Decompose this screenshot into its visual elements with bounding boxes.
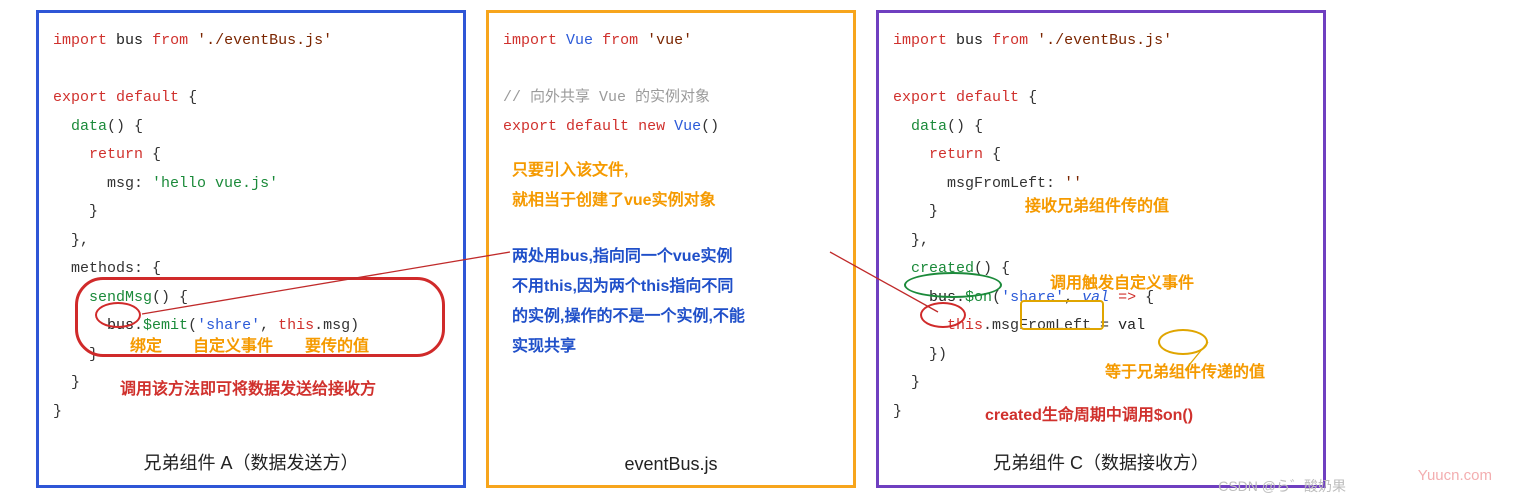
str-path: './eventBus.js': [1037, 32, 1172, 49]
watermark-csdn: CSDN @ら゛酸奶果: [1218, 476, 1346, 496]
kw-import: import: [503, 32, 557, 49]
ellipse-val: [1158, 329, 1208, 355]
kw-default: default: [566, 118, 629, 135]
ellipse-bus-c: [920, 302, 966, 328]
code-block-a: import bus from './eventBus.js' export d…: [39, 13, 463, 426]
caption-c: 兄弟组件 C（数据接收方）: [879, 449, 1323, 475]
brace: {: [992, 146, 1001, 163]
brace: {: [188, 89, 197, 106]
kw-import: import: [53, 32, 107, 49]
brace: {: [152, 146, 161, 163]
code-block-c: import bus from './eventBus.js' export d…: [879, 13, 1323, 426]
kw-return: return: [89, 146, 143, 163]
id-vue: Vue: [566, 32, 593, 49]
tail: : {: [134, 260, 161, 277]
panel-sender-a: import bus from './eventBus.js' export d…: [36, 10, 466, 488]
kw-from: from: [152, 32, 188, 49]
brace-close: }: [893, 203, 938, 220]
id-bus: bus: [116, 32, 143, 49]
brace-close: }: [893, 374, 920, 391]
caption-b: eventBus.js: [489, 454, 853, 475]
prop-methods: methods: [71, 260, 134, 277]
str-hello: 'hello vue.js': [152, 175, 278, 192]
box-share-c: [1020, 300, 1104, 330]
watermark-yuucn: Yuucn.com: [1418, 467, 1492, 484]
id-val-rhs: val: [1118, 317, 1145, 334]
caption-a: 兄弟组件 A（数据发送方）: [39, 449, 463, 475]
tail: () {: [947, 118, 983, 135]
panel-eventbus: import Vue from 'vue' // 向外共享 Vue 的实例对象 …: [486, 10, 856, 488]
kw-export: export: [53, 89, 107, 106]
brace-close: }): [893, 346, 947, 363]
tail: () {: [107, 118, 143, 135]
comment-share: // 向外共享 Vue 的实例对象: [503, 89, 710, 106]
prop-msg: msg:: [107, 175, 143, 192]
kw-export: export: [503, 118, 557, 135]
fn-data: data: [71, 118, 107, 135]
brace-close: }: [893, 403, 902, 420]
brace-close: }: [53, 203, 98, 220]
kw-new: new: [638, 118, 665, 135]
diagram-stage: import bus from './eventBus.js' export d…: [0, 0, 1516, 502]
code-block-b: import Vue from 'vue' // 向外共享 Vue 的实例对象 …: [489, 13, 853, 141]
brace-close: }: [53, 374, 80, 391]
str-vue-pkg: 'vue': [647, 32, 692, 49]
kw-export: export: [893, 89, 947, 106]
arrow: =>: [1109, 289, 1145, 306]
ellipse-bus-a: [95, 302, 141, 328]
str-empty: '': [1064, 175, 1082, 192]
fn-data: data: [911, 118, 947, 135]
kw-return: return: [929, 146, 983, 163]
brace-close: }: [53, 403, 62, 420]
kw-import: import: [893, 32, 947, 49]
brace-close: },: [53, 232, 89, 249]
panel-receiver-c: import bus from './eventBus.js' export d…: [876, 10, 1326, 488]
kw-from: from: [602, 32, 638, 49]
id-vue-ctor: Vue: [674, 118, 701, 135]
prop-msgfromleft: msgFromLeft:: [947, 175, 1055, 192]
ellipse-created: [904, 272, 1002, 298]
str-path: './eventBus.js': [197, 32, 332, 49]
id-bus: bus: [956, 32, 983, 49]
kw-default: default: [116, 89, 179, 106]
brace: {: [1028, 89, 1037, 106]
brace: {: [1145, 289, 1154, 306]
kw-default: default: [956, 89, 1019, 106]
kw-from: from: [992, 32, 1028, 49]
brace-close: },: [893, 232, 929, 249]
call: (): [701, 118, 719, 135]
